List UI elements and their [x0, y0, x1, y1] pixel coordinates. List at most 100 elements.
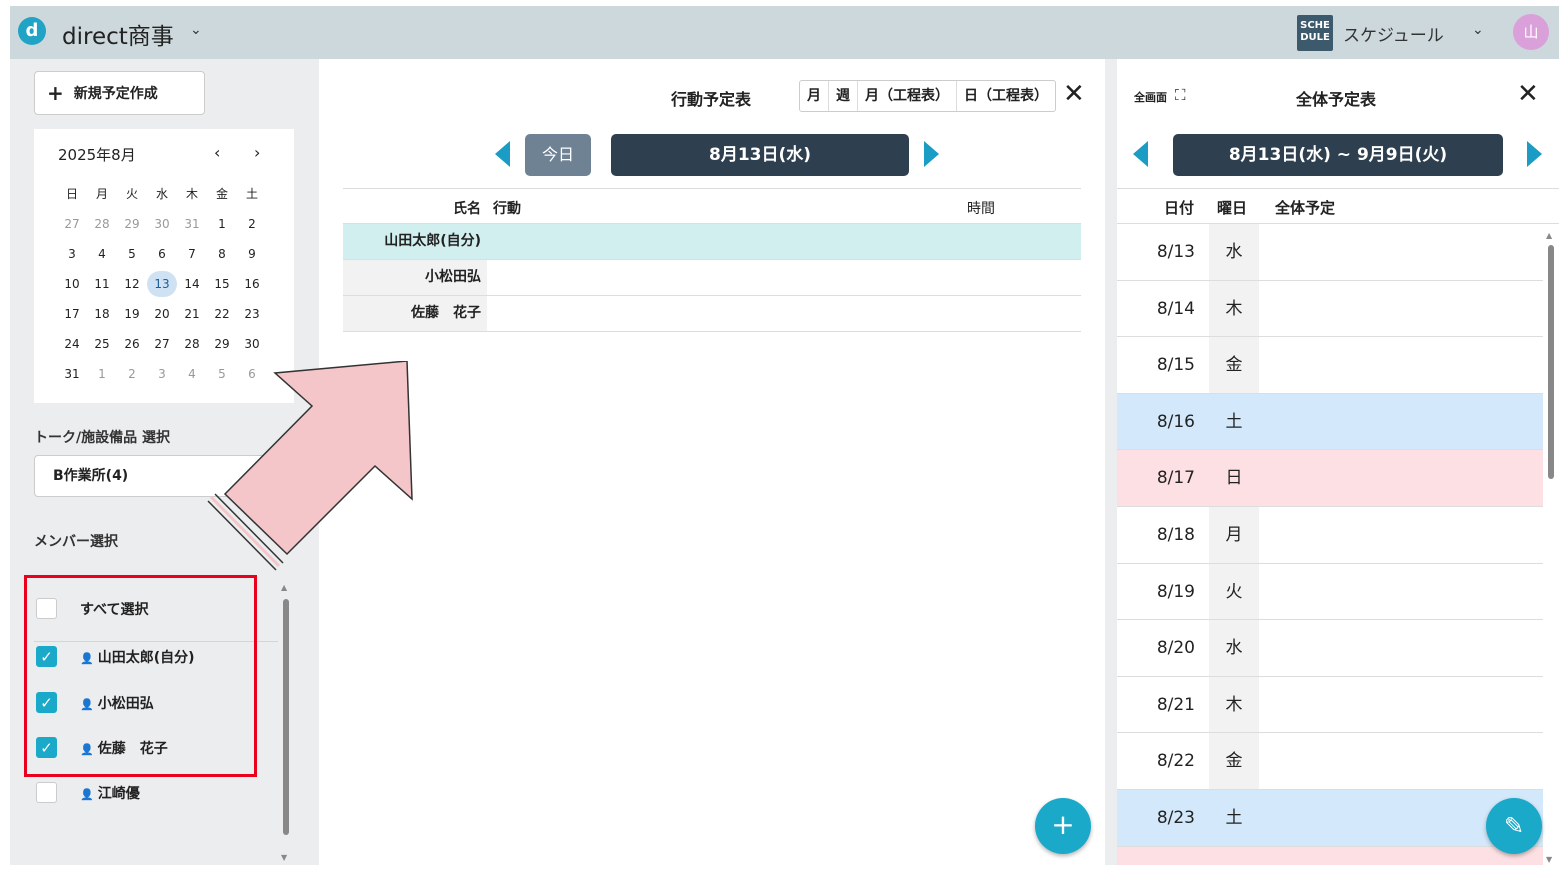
calendar-day[interactable]: 3: [147, 359, 177, 389]
calendar-day[interactable]: 2: [237, 209, 267, 239]
calendar-day[interactable]: 30: [237, 329, 267, 359]
calendar-day[interactable]: 13: [147, 269, 177, 299]
new-schedule-button[interactable]: + 新規予定作成: [34, 71, 205, 115]
chevron-right-icon[interactable]: ›: [254, 143, 260, 162]
scroll-thumb[interactable]: [283, 599, 289, 835]
row-date: 8/18: [1156, 524, 1195, 545]
view-tab[interactable]: 週: [829, 81, 858, 111]
table-row[interactable]: 8/17 日: [1117, 450, 1543, 507]
prev-range-icon[interactable]: [1133, 141, 1148, 167]
table-row[interactable]: 小松田弘: [343, 260, 1081, 296]
scroll-thumb[interactable]: [1548, 245, 1554, 479]
calendar-day[interactable]: 2: [117, 359, 147, 389]
next-range-icon[interactable]: [1527, 141, 1542, 167]
calendar-day[interactable]: 20: [147, 299, 177, 329]
calendar-day[interactable]: 16: [237, 269, 267, 299]
calendar-day[interactable]: 8: [207, 239, 237, 269]
scroll-down-icon[interactable]: ▼: [281, 853, 287, 862]
calendar-grid: 日月火水木金土 27 28 29 30 31 1 2 3 4 5 6 7 8 9 10 11 12 13 14 15 16…: [57, 179, 267, 389]
calendar-day[interactable]: 5: [117, 239, 147, 269]
edit-icon[interactable]: ✎: [1486, 798, 1542, 854]
calendar-day[interactable]: 31: [177, 209, 207, 239]
calendar-day[interactable]: 3: [57, 239, 87, 269]
date-range-button[interactable]: 8月13日(水) ~ 9月9日(火): [1173, 134, 1503, 176]
calendar-day[interactable]: 27: [57, 209, 87, 239]
view-tab[interactable]: 月: [800, 81, 829, 111]
table-row[interactable]: 山田太郎(自分): [343, 224, 1081, 260]
calendar-day[interactable]: 29: [117, 209, 147, 239]
table-row[interactable]: 8/13 水: [1117, 224, 1543, 281]
overall-scrollbar[interactable]: ▲ ▼: [1545, 231, 1557, 865]
table-row[interactable]: 8/15 金: [1117, 337, 1543, 394]
schedule-app-icon[interactable]: SCHE DULE: [1297, 15, 1333, 51]
fullscreen-label[interactable]: 全画面: [1134, 89, 1167, 105]
row-date: 8/21: [1156, 694, 1195, 715]
weekday-label: 火: [125, 187, 138, 201]
calendar-day[interactable]: 23: [237, 299, 267, 329]
calendar-day[interactable]: 14: [177, 269, 207, 299]
fullscreen-icon[interactable]: ⛶: [1175, 86, 1186, 104]
calendar-day[interactable]: 9: [237, 239, 267, 269]
table-row[interactable]: 8/19 火: [1117, 563, 1543, 621]
checkbox[interactable]: [36, 782, 57, 803]
calendar-day[interactable]: 26: [117, 329, 147, 359]
member-row[interactable]: 👤 江崎優: [34, 771, 278, 815]
calendar-day[interactable]: 19: [117, 299, 147, 329]
table-row[interactable]: 8/20 水: [1117, 620, 1543, 677]
calendar-day[interactable]: 30: [147, 209, 177, 239]
direct-logo-icon[interactable]: d: [18, 17, 46, 45]
today-button[interactable]: 今日: [525, 134, 591, 176]
close-icon[interactable]: ✕: [1063, 79, 1085, 109]
scroll-up-icon[interactable]: ▲: [1546, 231, 1552, 240]
company-name[interactable]: direct商事: [62, 17, 174, 51]
close-icon[interactable]: ✕: [1517, 79, 1539, 109]
table-row[interactable]: 佐藤 花子: [343, 296, 1081, 332]
table-row[interactable]: 8/23 土: [1117, 789, 1543, 847]
calendar-day[interactable]: 22: [207, 299, 237, 329]
table-row[interactable]: 8/22 金: [1117, 733, 1543, 790]
table-row[interactable]: 8/18 月: [1117, 506, 1543, 564]
table-row[interactable]: 8/16 土: [1117, 393, 1543, 451]
person-icon: 👤: [80, 788, 94, 801]
view-tab[interactable]: 日（工程表）: [957, 81, 1055, 111]
calendar-day[interactable]: 25: [87, 329, 117, 359]
date-button[interactable]: 8月13日(水): [611, 134, 909, 176]
calendar-day[interactable]: 18: [87, 299, 117, 329]
calendar-day[interactable]: 4: [87, 239, 117, 269]
calendar-day[interactable]: 28: [177, 329, 207, 359]
avatar[interactable]: 山: [1513, 14, 1549, 50]
app-window: d direct商事 ⌄ SCHE DULE スケジュール ⌄ 山 + 新規予定作…: [10, 6, 1559, 865]
plus-icon: +: [47, 81, 64, 105]
calendar-day[interactable]: 11: [87, 269, 117, 299]
calendar-day[interactable]: 24: [57, 329, 87, 359]
table-row[interactable]: [1117, 846, 1543, 865]
app-chevron-down-icon[interactable]: ⌄: [1472, 22, 1484, 38]
chevron-down-icon[interactable]: ⌄: [190, 22, 202, 38]
view-tab[interactable]: 月（工程表）: [858, 81, 957, 111]
member-name: 👤 江崎優: [80, 783, 140, 803]
calendar-day[interactable]: 17: [57, 299, 87, 329]
calendar-day[interactable]: 21: [177, 299, 207, 329]
chevron-left-icon[interactable]: ‹: [214, 143, 220, 162]
calendar-day[interactable]: 31: [57, 359, 87, 389]
calendar-day[interactable]: 12: [117, 269, 147, 299]
member-scrollbar[interactable]: ▲ ▼: [280, 583, 292, 865]
row-weekday: 日: [1209, 450, 1259, 506]
next-day-icon[interactable]: [924, 141, 939, 167]
calendar-day[interactable]: 1: [87, 359, 117, 389]
calendar-day[interactable]: 10: [57, 269, 87, 299]
calendar-day[interactable]: 29: [207, 329, 237, 359]
app-name[interactable]: スケジュール: [1343, 21, 1444, 46]
scroll-down-icon[interactable]: ▼: [1546, 855, 1552, 864]
calendar-day[interactable]: 1: [207, 209, 237, 239]
prev-day-icon[interactable]: [495, 141, 510, 167]
calendar-day[interactable]: 15: [207, 269, 237, 299]
calendar-day[interactable]: 6: [147, 239, 177, 269]
add-schedule-button[interactable]: +: [1035, 798, 1091, 854]
calendar-day[interactable]: 7: [177, 239, 207, 269]
selected-day[interactable]: 13: [147, 271, 177, 297]
table-row[interactable]: 8/21 木: [1117, 676, 1543, 734]
table-row[interactable]: 8/14 木: [1117, 280, 1543, 338]
calendar-day[interactable]: 28: [87, 209, 117, 239]
calendar-day[interactable]: 27: [147, 329, 177, 359]
